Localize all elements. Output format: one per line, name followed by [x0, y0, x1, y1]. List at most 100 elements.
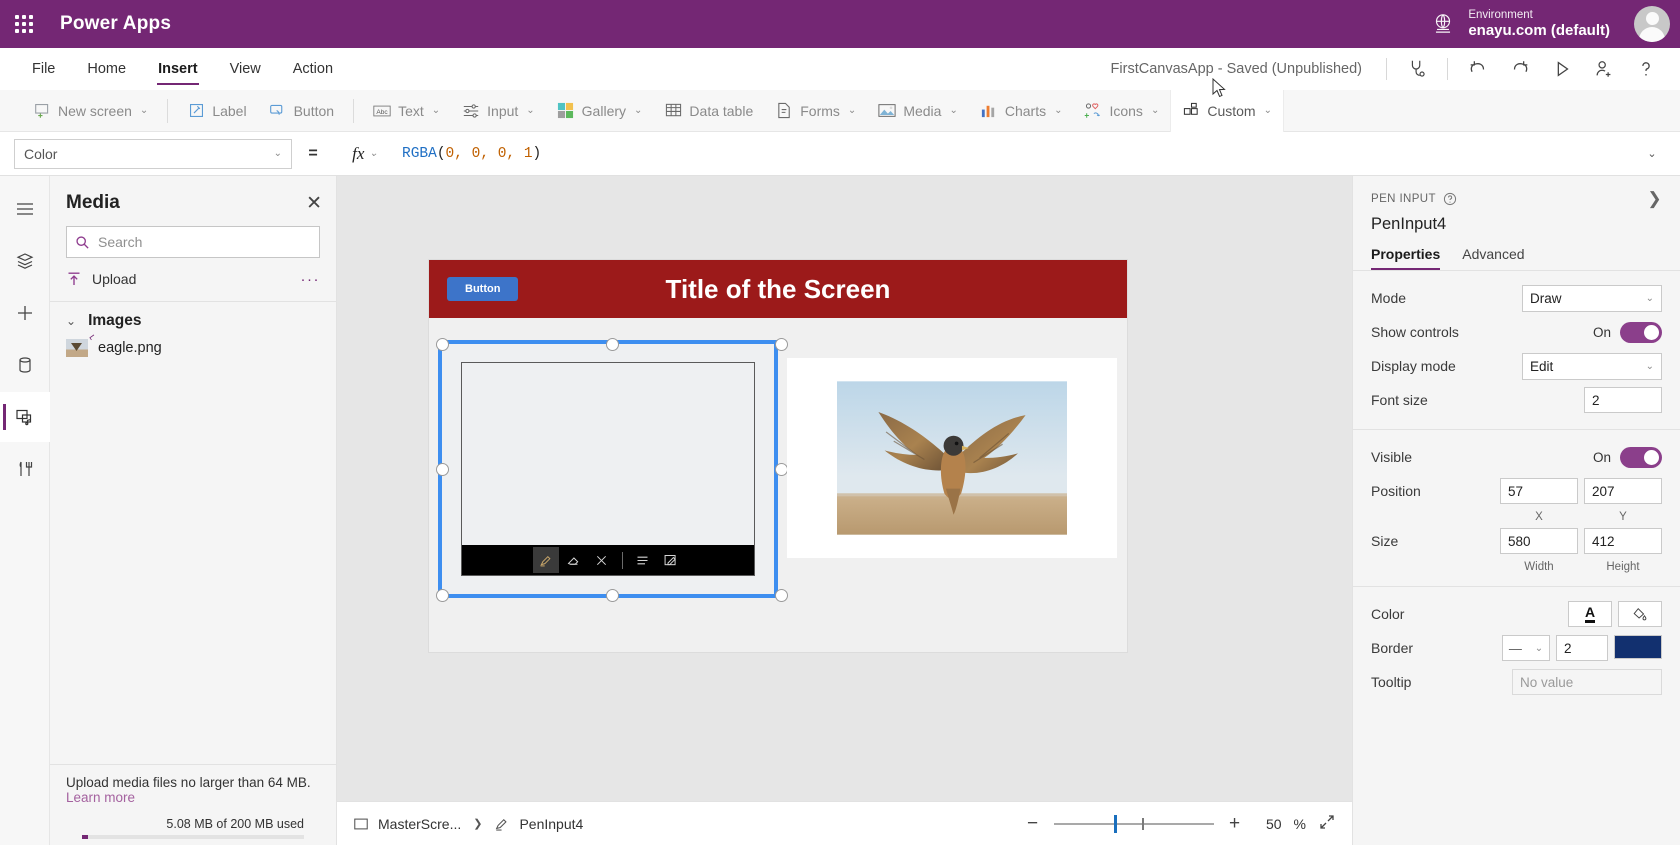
property-label: Tooltip [1371, 674, 1412, 690]
display-mode-select[interactable]: Edit ⌄ [1522, 352, 1662, 380]
ribbon-icons[interactable]: Icons ⌄ [1073, 94, 1170, 128]
eraser-icon[interactable] [561, 547, 587, 573]
border-color-swatch[interactable] [1614, 635, 1662, 659]
ribbon-forms[interactable]: Forms ⌄ [764, 94, 867, 128]
resize-handle-nw[interactable] [436, 338, 449, 351]
resize-handle-w[interactable] [436, 463, 449, 476]
draw-edit-icon[interactable] [658, 547, 684, 573]
position-x-input[interactable]: 57 [1500, 478, 1578, 504]
tooltip-input[interactable]: No value [1512, 669, 1662, 695]
status-screen-chip[interactable]: MasterScre... [353, 816, 461, 832]
search-input[interactable] [98, 234, 311, 250]
media-panel-icon[interactable] [0, 392, 50, 442]
property-row-position: Position 57 207 [1371, 474, 1662, 508]
tab-advanced[interactable]: Advanced [1462, 246, 1524, 270]
help-circle-icon[interactable] [1443, 192, 1457, 206]
ribbon-label-control[interactable]: Label [176, 94, 257, 128]
position-captions: X Y [1371, 508, 1662, 524]
share-user-icon[interactable] [1584, 52, 1624, 86]
mode-select[interactable]: Draw ⌄ [1522, 284, 1662, 312]
ribbon-button-control[interactable]: Button [258, 94, 345, 128]
border-thickness-input[interactable]: 2 [1556, 635, 1608, 661]
hamburger-menu-icon[interactable] [0, 184, 50, 234]
upload-button[interactable]: Upload ··· [66, 264, 320, 294]
menu-bar: File Home Insert View Action FirstCanvas… [0, 48, 1680, 90]
text-color-button[interactable]: A [1568, 601, 1612, 627]
lines-list-icon[interactable] [630, 547, 656, 573]
learn-more-link[interactable]: Learn more [66, 790, 320, 805]
zoom-slider[interactable] [1053, 813, 1214, 835]
menu-item-file[interactable]: File [18, 48, 69, 89]
property-select[interactable]: Color ⌄ [14, 138, 292, 169]
zoom-out-button[interactable]: − [1024, 814, 1042, 833]
resize-handle-sw[interactable] [436, 589, 449, 602]
pen-highlighter-icon[interactable] [532, 547, 559, 573]
more-options-icon[interactable]: ··· [301, 271, 321, 288]
show-controls-toggle[interactable] [1620, 321, 1662, 343]
ribbon-custom[interactable]: Custom ⌄ [1170, 89, 1284, 132]
storage-usage-fill [82, 835, 88, 839]
media-list-item[interactable]: eagle.png [50, 336, 336, 360]
font-size-input[interactable]: 2 [1584, 387, 1662, 413]
chevron-right-icon: ❯ [473, 818, 483, 830]
ribbon-media[interactable]: Media ⌄ [867, 94, 969, 128]
selected-control-name: PenInput4 [1371, 215, 1447, 233]
ribbon-charts[interactable]: Charts ⌄ [969, 94, 1074, 128]
app-screen-preview[interactable]: Button Title of the Screen [429, 260, 1127, 652]
size-width-input[interactable]: 580 [1500, 528, 1578, 554]
canvas-area: Button Title of the Screen MasterScre...… [337, 176, 1352, 845]
formula-expand-chevron-icon[interactable]: ⌄ [1638, 147, 1666, 160]
screen-button-control[interactable]: Button [447, 277, 519, 301]
formula-input[interactable]: RGBA(0, 0, 0, 1) [396, 139, 1638, 169]
image-control-eagle[interactable] [787, 358, 1117, 558]
fill-bucket-icon [1633, 607, 1647, 621]
insert-plus-icon[interactable] [0, 288, 50, 338]
resize-handle-s[interactable] [606, 589, 619, 602]
ribbon-input[interactable]: Input ⌄ [451, 94, 546, 128]
ribbon-new-screen[interactable]: New screen ⌄ [22, 94, 159, 128]
close-icon[interactable]: ✕ [306, 194, 322, 213]
menu-item-insert[interactable]: Insert [144, 48, 212, 89]
property-row-display-mode: Display mode Edit ⌄ [1371, 349, 1662, 383]
media-search-box[interactable] [66, 226, 320, 258]
app-launcher-waffle-icon[interactable] [0, 0, 48, 48]
menu-item-view[interactable]: View [216, 48, 275, 89]
resize-handle-ne[interactable] [775, 338, 788, 351]
zoom-in-button[interactable]: + [1226, 814, 1244, 833]
border-style-select[interactable]: — ⌄ [1502, 635, 1550, 661]
menu-item-home[interactable]: Home [73, 48, 140, 89]
user-avatar[interactable] [1634, 6, 1670, 42]
ribbon-text[interactable]: Abc Text ⌄ [362, 94, 451, 128]
fx-button[interactable]: fx ⌄ [334, 139, 396, 169]
data-cylinder-icon[interactable] [0, 340, 50, 390]
redo-icon[interactable] [1500, 52, 1540, 86]
environment-picker[interactable]: Environment enayu.com (default) [1430, 9, 1610, 39]
media-group-images[interactable]: ⌄ Images [50, 302, 336, 336]
tab-properties[interactable]: Properties [1371, 246, 1441, 270]
menu-item-action[interactable]: Action [279, 48, 347, 89]
status-control-name: PenInput4 [519, 815, 584, 832]
advanced-tools-icon[interactable] [0, 444, 50, 494]
expand-chevron-icon[interactable]: ❯ [1647, 190, 1662, 207]
ribbon-gallery[interactable]: Gallery ⌄ [546, 94, 654, 128]
clear-x-icon[interactable] [589, 547, 615, 573]
pen-input-control-selected[interactable] [436, 338, 788, 602]
app-checker-icon[interactable] [1397, 52, 1437, 86]
resize-handle-n[interactable] [606, 338, 619, 351]
size-height-input[interactable]: 412 [1584, 528, 1662, 554]
canvas-scroll[interactable]: Button Title of the Screen [337, 176, 1352, 801]
undo-icon[interactable] [1458, 52, 1498, 86]
fit-to-screen-icon[interactable] [1318, 813, 1336, 835]
media-file-name: eagle.png [98, 340, 162, 356]
status-control-chip[interactable]: PenInput4 [494, 816, 583, 832]
help-icon[interactable] [1626, 52, 1666, 86]
ribbon-data-table[interactable]: Data table [653, 94, 764, 128]
preview-play-icon[interactable] [1542, 52, 1582, 86]
position-y-input[interactable]: 207 [1584, 478, 1662, 504]
tree-view-layers-icon[interactable] [0, 236, 50, 286]
pen-input-canvas[interactable] [461, 362, 755, 576]
visible-toggle[interactable] [1620, 446, 1662, 468]
fill-color-button[interactable] [1618, 601, 1662, 627]
resize-handle-se[interactable] [775, 589, 788, 602]
zoom-thumb[interactable] [1113, 814, 1117, 833]
